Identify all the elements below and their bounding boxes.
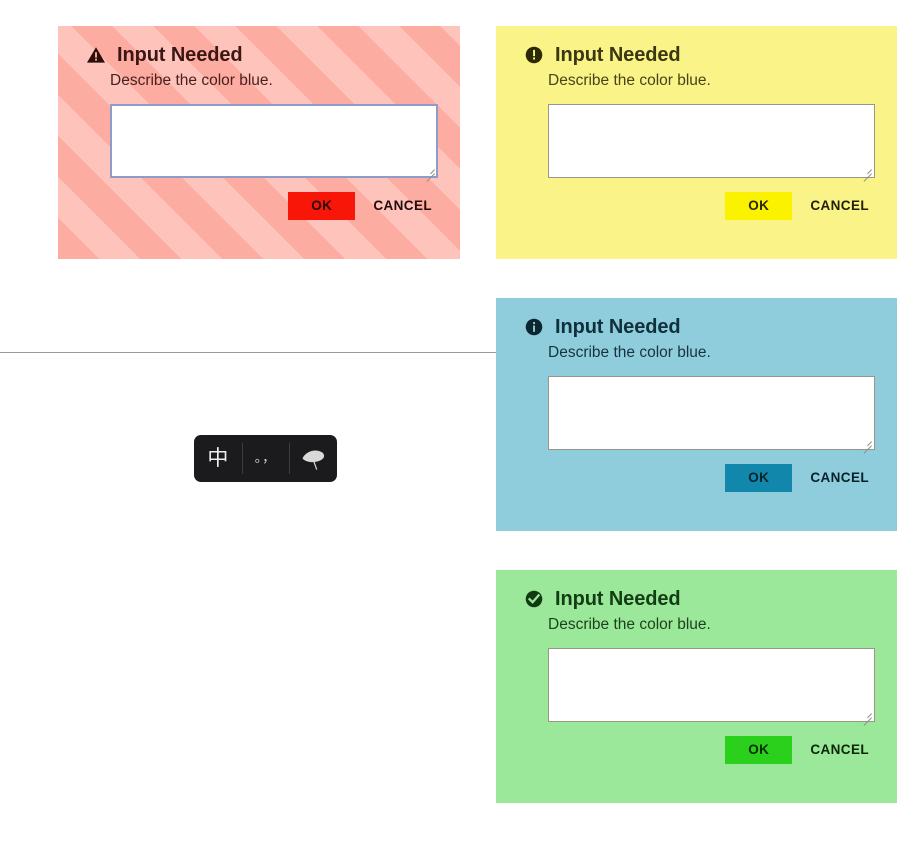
input-dialog-info: Input Needed Describe the color blue. OK… — [496, 298, 897, 531]
dialog-header: Input Needed — [86, 44, 438, 66]
check-circle-icon — [524, 589, 544, 609]
ok-button[interactable]: OK — [725, 735, 793, 765]
dialog-title: Input Needed — [555, 588, 681, 610]
ime-leaf-button[interactable] — [289, 435, 337, 482]
input-dialog-warning: Input Needed Describe the color blue. OK… — [58, 26, 460, 259]
leaf-icon — [298, 446, 328, 472]
dialog-message: Describe the color blue. — [548, 72, 711, 89]
dialog-header: Input Needed — [524, 44, 875, 66]
ok-button[interactable]: OK — [725, 191, 793, 221]
response-textarea[interactable] — [548, 647, 875, 722]
dialog-message: Describe the color blue. — [110, 72, 273, 89]
info-circle-icon — [524, 317, 544, 337]
dialog-message: Describe the color blue. — [548, 344, 711, 361]
warning-triangle-icon — [86, 45, 106, 65]
dialog-input-wrapper — [548, 375, 875, 450]
exclamation-circle-icon — [524, 45, 544, 65]
ime-punctuation-mode-button[interactable]: 。， — [241, 435, 290, 482]
ok-button[interactable]: OK — [288, 191, 356, 221]
dialog-input-wrapper — [548, 647, 875, 722]
input-dialog-caution: Input Needed Describe the color blue. OK… — [496, 26, 897, 259]
input-dialog-success: Input Needed Describe the color blue. OK… — [496, 570, 897, 803]
punctuation-mode-icon: 。， — [254, 451, 277, 466]
response-textarea[interactable] — [548, 375, 875, 450]
dialog-header: Input Needed — [524, 588, 875, 610]
ok-button[interactable]: OK — [725, 463, 793, 493]
cancel-button[interactable]: CANCEL — [806, 736, 873, 765]
dialog-title: Input Needed — [555, 316, 681, 338]
response-textarea[interactable] — [110, 103, 438, 178]
ime-toolbar: 中 。， — [194, 435, 337, 482]
dialog-header: Input Needed — [524, 316, 875, 338]
dialog-title: Input Needed — [117, 44, 243, 66]
cancel-button[interactable]: CANCEL — [806, 192, 873, 221]
response-textarea[interactable] — [548, 103, 875, 178]
dialog-actions: OK CANCEL — [518, 463, 873, 493]
chinese-mode-icon: 中 — [207, 446, 229, 470]
horizontal-rule — [0, 352, 496, 353]
dialog-input-wrapper — [110, 103, 438, 178]
dialog-actions: OK CANCEL — [518, 191, 873, 221]
dialog-title: Input Needed — [555, 44, 681, 66]
ime-chinese-mode-button[interactable]: 中 — [194, 435, 242, 482]
dialog-input-wrapper — [548, 103, 875, 178]
dialog-message: Describe the color blue. — [548, 616, 711, 633]
cancel-button[interactable]: CANCEL — [369, 192, 436, 221]
dialog-actions: OK CANCEL — [80, 191, 436, 221]
dialog-actions: OK CANCEL — [518, 735, 873, 765]
cancel-button[interactable]: CANCEL — [806, 464, 873, 493]
